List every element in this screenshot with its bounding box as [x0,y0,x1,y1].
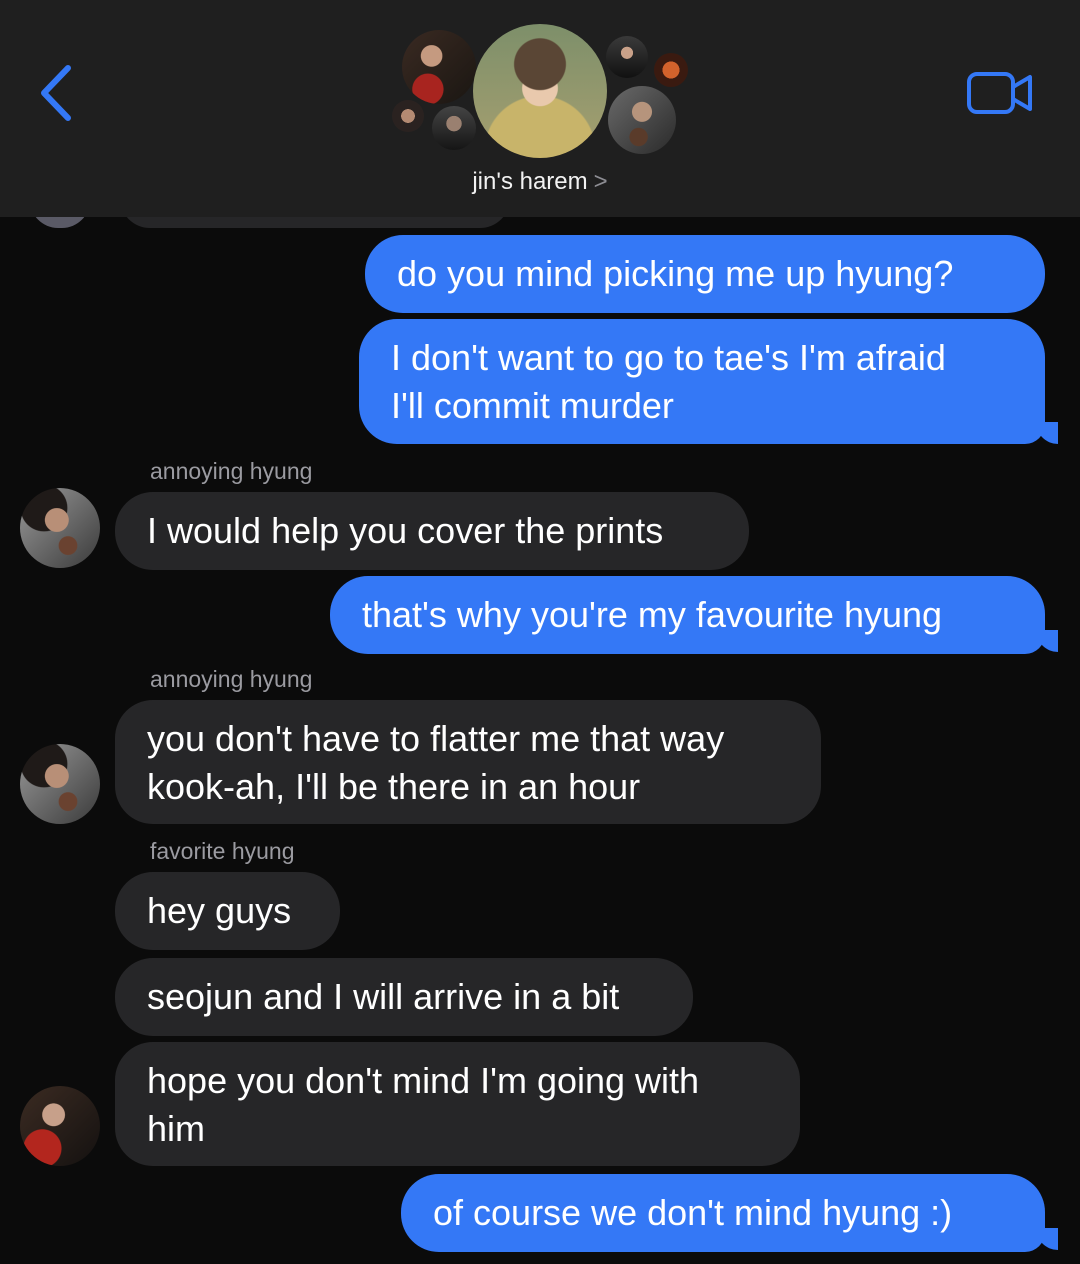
chevron-right-icon: > [593,168,608,195]
message-text: seojun and I will arrive in a bit [147,976,620,1017]
message-text: you don't have to flatter me that way [147,718,725,759]
conversation-header: jin's harem > [0,0,1080,217]
chevron-left-icon [41,65,71,121]
message-bubble-incoming[interactable]: you don't have to flatter me that way ko… [115,700,821,824]
message-bubble-incoming[interactable]: seojun and I will arrive in a bit [115,958,693,1036]
member-avatar [606,36,648,78]
member-avatar [608,86,676,154]
message-bubble-outgoing[interactable]: I don't want to go to tae's I'm afraid I… [359,319,1045,444]
message-bubble-incoming[interactable]: I would help you cover the prints [115,492,749,570]
sender-name: annoying hyung [150,666,313,692]
video-camera-icon [967,72,1032,114]
message-text: I'll commit murder [391,385,674,426]
message-text: of course we don't mind hyung :) [433,1192,953,1233]
message-bubble-incoming[interactable]: hope you don't mind I'm going with him [115,1042,800,1166]
group-name: jin's harem [472,168,588,195]
bubble-tail [1036,630,1058,652]
member-avatar [432,106,476,150]
message-text: kook-ah, I'll be there in an hour [147,766,641,807]
message-text: hey guys [147,890,292,931]
sender-avatar[interactable] [20,744,100,824]
video-call-button[interactable] [966,70,1036,116]
bubble-tail [1036,1228,1058,1250]
sender-name: favorite hyung [150,838,295,864]
group-main-avatar [473,24,607,158]
member-avatar [392,100,424,132]
bubble-tail [1036,422,1058,444]
message-text: him [147,1108,206,1149]
sender-avatar[interactable] [20,488,100,568]
member-avatar [654,53,688,87]
sender-name: annoying hyung [150,458,313,484]
message-bubble-outgoing[interactable]: do you mind picking me up hyung? [365,235,1045,313]
message-bubble-incoming[interactable]: hey guys [115,872,340,950]
back-button[interactable] [34,62,84,124]
sender-avatar[interactable] [20,1086,100,1166]
message-text: do you mind picking me up hyung? [397,253,954,294]
member-avatar [402,30,476,104]
message-bubble-outgoing[interactable]: of course we don't mind hyung :) [401,1174,1045,1252]
message-text: I would help you cover the prints [147,510,664,551]
group-name-button[interactable]: jin's harem > [0,168,1080,196]
message-bubble-outgoing[interactable]: that's why you're my favourite hyung [330,576,1045,654]
message-text: hope you don't mind I'm going with [147,1060,700,1101]
message-text: that's why you're my favourite hyung [362,594,943,635]
message-text: I don't want to go to tae's I'm afraid [391,337,946,378]
